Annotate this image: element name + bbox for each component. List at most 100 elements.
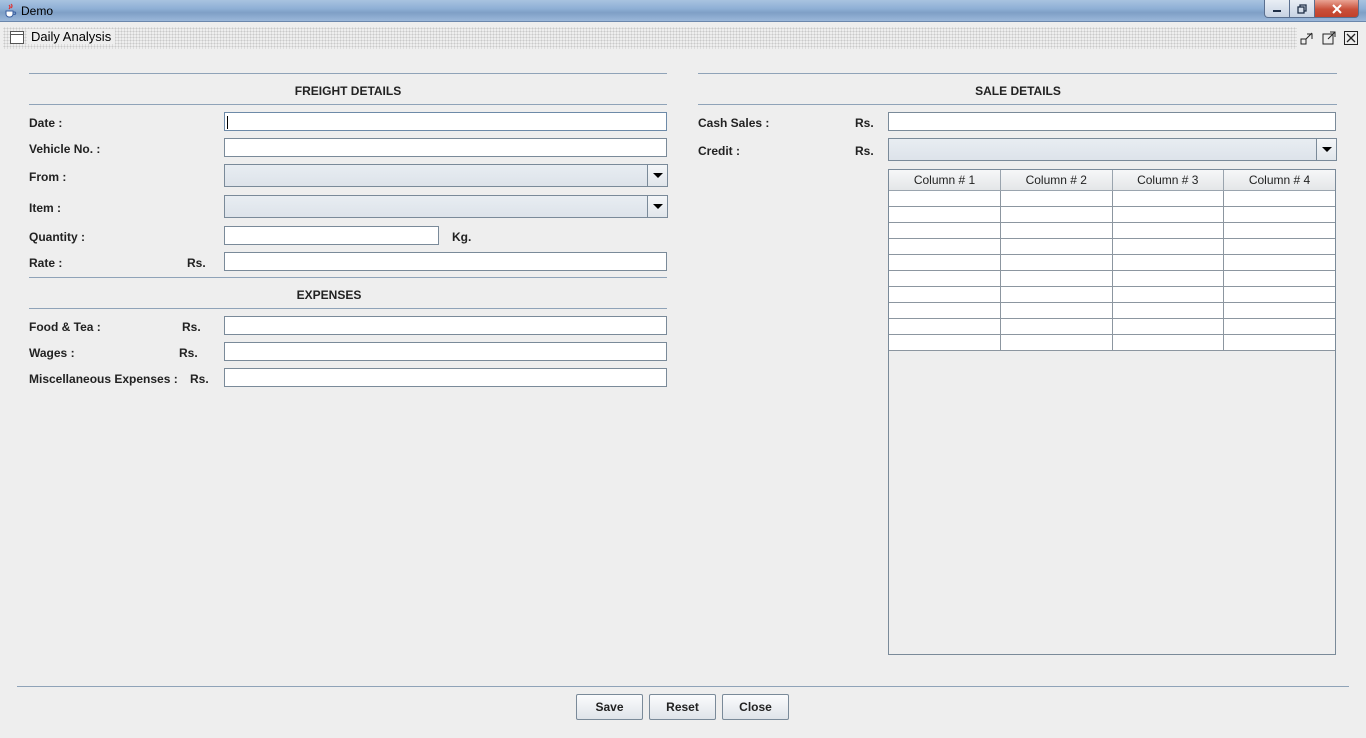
close-icon	[1344, 31, 1358, 45]
table-row[interactable]	[889, 318, 1335, 335]
column-header[interactable]: Column # 3	[1112, 170, 1224, 191]
text-caret	[227, 116, 228, 129]
internal-frame-title: Daily Analysis	[27, 29, 116, 44]
cash-sales-field[interactable]	[888, 112, 1336, 131]
table-cell[interactable]	[1223, 238, 1335, 255]
table-cell[interactable]	[1000, 190, 1113, 207]
table-cell[interactable]	[1112, 318, 1224, 335]
chevron-down-icon	[652, 173, 663, 178]
frame-close-button[interactable]	[1343, 30, 1359, 46]
save-button[interactable]: Save	[576, 694, 643, 720]
table-cell[interactable]	[1223, 302, 1335, 319]
from-dropdown-button[interactable]	[647, 165, 667, 186]
table-cell[interactable]	[1223, 270, 1335, 287]
table-cell[interactable]	[1000, 286, 1113, 303]
table-cell[interactable]	[889, 270, 1001, 287]
wages-currency-label: Rs.	[179, 346, 198, 360]
rate-label: Rate :	[29, 256, 63, 270]
from-combobox[interactable]	[224, 164, 668, 187]
table-cell[interactable]	[889, 222, 1001, 239]
item-combobox[interactable]	[224, 195, 668, 218]
table-cell[interactable]	[889, 238, 1001, 255]
table-cell[interactable]	[1223, 254, 1335, 271]
vehicle-no-label: Vehicle No. :	[29, 142, 101, 156]
table-cell[interactable]	[889, 302, 1001, 319]
table-cell[interactable]	[1223, 286, 1335, 303]
credit-combobox[interactable]	[888, 138, 1337, 161]
credit-dropdown-button[interactable]	[1316, 139, 1336, 160]
table-cell[interactable]	[1000, 222, 1113, 239]
window-title: Demo	[21, 4, 54, 18]
food-tea-field[interactable]	[224, 316, 667, 335]
restore-button[interactable]	[1290, 0, 1315, 18]
table-row[interactable]	[889, 222, 1335, 239]
table-row[interactable]	[889, 238, 1335, 255]
column-header[interactable]: Column # 4	[1223, 170, 1335, 191]
table-cell[interactable]	[1000, 302, 1113, 319]
maximize-button[interactable]	[1321, 30, 1337, 46]
table-cell[interactable]	[1000, 254, 1113, 271]
food-tea-label: Food & Tea :	[29, 320, 101, 334]
table-row[interactable]	[889, 334, 1335, 351]
column-header[interactable]: Column # 1	[889, 170, 1001, 191]
credit-label: Credit :	[698, 144, 740, 158]
reset-button[interactable]: Reset	[649, 694, 716, 720]
table-cell[interactable]	[1112, 302, 1224, 319]
window-close-button[interactable]	[1315, 0, 1359, 18]
table-cell[interactable]	[1223, 206, 1335, 223]
table-cell[interactable]	[889, 190, 1001, 207]
chevron-down-icon	[1321, 147, 1332, 152]
table-cell[interactable]	[1112, 254, 1224, 271]
table-row[interactable]	[889, 302, 1335, 319]
table-cell[interactable]	[1223, 334, 1335, 351]
table-cell[interactable]	[1112, 334, 1224, 351]
table-row[interactable]	[889, 206, 1335, 223]
table-cell[interactable]	[1112, 190, 1224, 207]
table-row[interactable]	[889, 286, 1335, 303]
table-cell[interactable]	[1000, 206, 1113, 223]
table-cell[interactable]	[1112, 270, 1224, 287]
table-cell[interactable]	[1112, 238, 1224, 255]
table-cell[interactable]	[889, 254, 1001, 271]
quantity-field[interactable]	[224, 226, 439, 245]
close-button[interactable]: Close	[722, 694, 789, 720]
item-dropdown-button[interactable]	[647, 196, 667, 217]
iconify-button[interactable]	[1299, 30, 1315, 46]
divider	[29, 277, 667, 278]
table-cell[interactable]	[1000, 238, 1113, 255]
table-row[interactable]	[889, 270, 1335, 287]
internal-frame-title-bar[interactable]: Daily Analysis	[3, 27, 1363, 49]
misc-expenses-field[interactable]	[224, 368, 667, 387]
os-title-bar[interactable]: Demo	[0, 0, 1366, 22]
table-row[interactable]	[889, 190, 1335, 207]
minimize-button[interactable]	[1264, 0, 1290, 18]
table-cell[interactable]	[1223, 222, 1335, 239]
table-cell[interactable]	[1223, 190, 1335, 207]
table-cell[interactable]	[1000, 334, 1113, 351]
table-cell[interactable]	[889, 286, 1001, 303]
table-cell[interactable]	[1000, 270, 1113, 287]
table-cell[interactable]	[1112, 286, 1224, 303]
table-cell[interactable]	[889, 206, 1001, 223]
sales-table[interactable]: Column # 1 Column # 2 Column # 3 Column # 4	[888, 169, 1336, 655]
table-row[interactable]	[889, 254, 1335, 271]
divider	[698, 104, 1337, 105]
item-label: Item :	[29, 201, 62, 215]
table-cell[interactable]	[889, 334, 1001, 351]
column-header[interactable]: Column # 2	[1000, 170, 1113, 191]
wages-field[interactable]	[224, 342, 667, 361]
rate-field[interactable]	[224, 252, 667, 271]
cash-sales-currency-label: Rs.	[855, 116, 874, 130]
table-cell[interactable]	[1000, 318, 1113, 335]
table-cell[interactable]	[1112, 222, 1224, 239]
restore-icon	[1297, 3, 1307, 14]
from-label: From :	[29, 170, 67, 184]
table-cell[interactable]	[1223, 318, 1335, 335]
date-field[interactable]	[224, 112, 667, 131]
wages-label: Wages :	[29, 346, 75, 360]
table-cell[interactable]	[889, 318, 1001, 335]
vehicle-no-field[interactable]	[224, 138, 667, 157]
divider	[29, 308, 667, 309]
table-cell[interactable]	[1112, 206, 1224, 223]
food-tea-currency-label: Rs.	[182, 320, 201, 334]
